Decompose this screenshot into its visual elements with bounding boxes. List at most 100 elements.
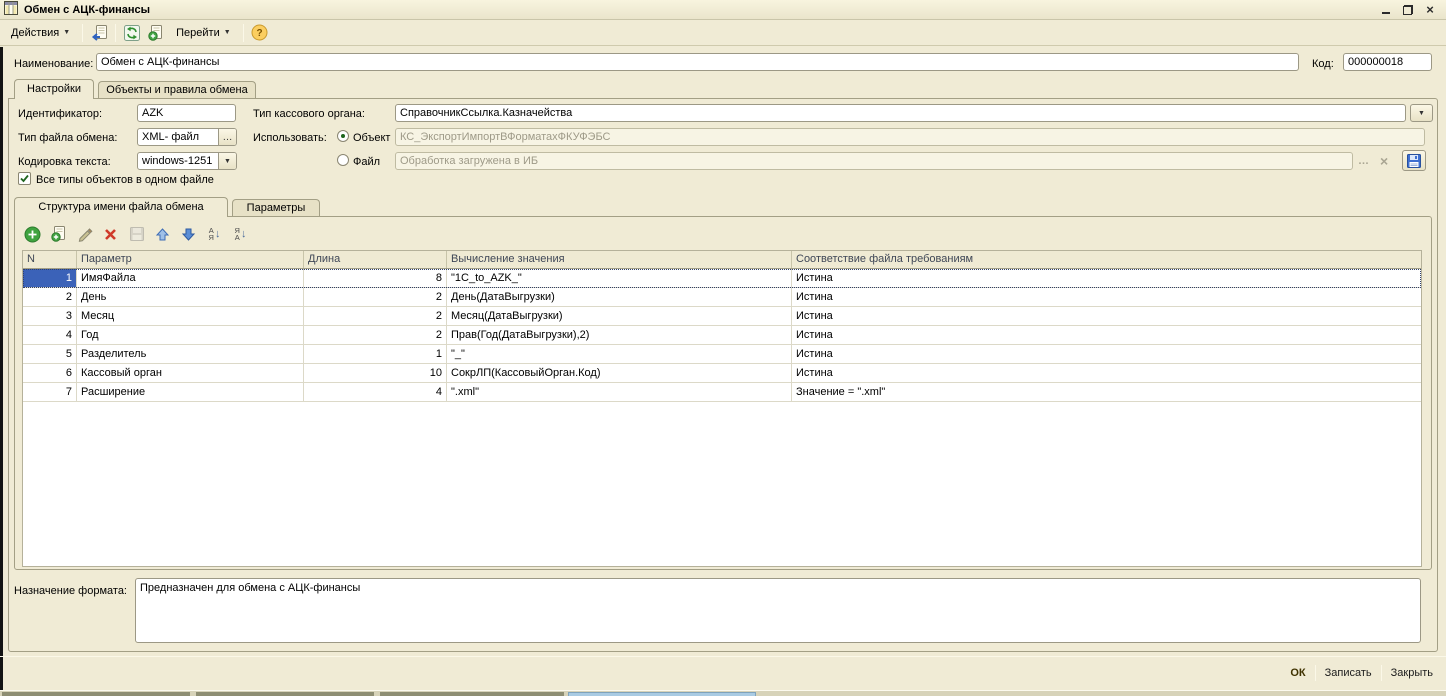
cell-cond: Истина: [792, 345, 1421, 363]
move-up-icon[interactable]: [152, 224, 173, 245]
clear-icon: ×: [1380, 153, 1388, 169]
refresh-icon[interactable]: [121, 22, 143, 44]
write-button[interactable]: Записать: [1316, 663, 1381, 683]
cell-cond: Истина: [792, 326, 1421, 344]
copy-row-icon[interactable]: [48, 224, 69, 245]
sort-letter: Я: [209, 233, 214, 242]
cell-n: 4: [23, 326, 77, 344]
file-type-more-button[interactable]: …: [218, 129, 236, 145]
cell-n: 1: [23, 269, 77, 287]
column-header[interactable]: Соответствие файла требованиям: [792, 251, 1421, 268]
table-row[interactable]: 4 Год 2 Прав(Год(ДатаВыгрузки),2) Истина: [23, 326, 1421, 345]
file-clear-button-disabled: ×: [1380, 153, 1388, 169]
file-more-button-disabled: …: [1358, 155, 1370, 167]
tab-settings[interactable]: Настройки: [14, 79, 94, 99]
name-label: Наименование:: [14, 57, 93, 72]
cell-param: ИмяФайла: [77, 269, 304, 287]
use-object-radio[interactable]: [337, 130, 349, 142]
identifier-input[interactable]: AZK: [137, 104, 236, 122]
window-titlebar: Обмен с АЦК-финансы ×: [0, 0, 1446, 20]
close-button[interactable]: ×: [1422, 3, 1438, 17]
reread-icon[interactable]: [88, 22, 110, 44]
format-purpose-textarea[interactable]: Предназначен для обмена с АЦК-финансы: [135, 578, 1421, 643]
cell-cond: Истина: [792, 269, 1421, 287]
cell-length: 2: [304, 326, 447, 344]
footer-divider: [0, 656, 1446, 657]
taskbar-strip: [0, 690, 1446, 696]
chevron-down-icon: ▼: [224, 158, 231, 165]
actions-label: Действия: [11, 27, 59, 39]
checkmark-icon: [19, 173, 30, 184]
table-row[interactable]: 2 День 2 День(ДатаВыгрузки) Истина: [23, 288, 1421, 307]
delete-row-icon[interactable]: [100, 224, 121, 245]
column-header[interactable]: Вычисление значения: [447, 251, 792, 268]
cash-body-type-input[interactable]: СправочникСсылка.Казначейства: [395, 104, 1406, 122]
column-header[interactable]: N: [23, 251, 77, 268]
filename-structure-table[interactable]: N Параметр Длина Вычисление значения Соо…: [22, 250, 1422, 567]
use-file-radio[interactable]: [337, 154, 349, 166]
help-icon[interactable]: ?: [249, 22, 271, 44]
tab-objects-rules[interactable]: Объекты и правила обмена: [98, 81, 256, 98]
use-file-label: Файл: [353, 155, 380, 170]
sort-letter: А: [235, 233, 240, 242]
code-label: Код:: [1312, 57, 1334, 72]
table-row[interactable]: 7 Расширение 4 ".xml" Значение = ".xml": [23, 383, 1421, 402]
encoding-dropdown-button[interactable]: ▼: [218, 153, 236, 169]
cell-length: 2: [304, 307, 447, 325]
cell-length: 8: [304, 269, 447, 287]
toolbar-separator: [115, 24, 116, 42]
save-file-button[interactable]: [1402, 150, 1426, 171]
taskbar-window-button[interactable]: [380, 692, 564, 696]
table-row[interactable]: 6 Кассовый орган 10 СокрЛП(КассовыйОрган…: [23, 364, 1421, 383]
cell-expr: "1C_to_AZK_": [447, 269, 792, 287]
minimize-button[interactable]: [1378, 3, 1394, 17]
taskbar-window-button-active[interactable]: [568, 692, 756, 696]
cell-param: Разделитель: [77, 345, 304, 363]
sort-desc-icon[interactable]: ЯА ↓: [230, 224, 251, 245]
add-copy-icon[interactable]: [145, 22, 167, 44]
chevron-down-icon: ▼: [1418, 110, 1425, 117]
file-type-input[interactable]: XML- файл …: [137, 128, 237, 146]
cell-expr: СокрЛП(КассовыйОрган.Код): [447, 364, 792, 382]
cell-n: 6: [23, 364, 77, 382]
toolbar-separator: [82, 24, 83, 42]
tab-filename-structure[interactable]: Структура имени файла обмена: [14, 197, 228, 217]
name-input[interactable]: Обмен с АЦК-финансы: [96, 53, 1299, 71]
encoding-value: windows-1251: [138, 153, 218, 169]
goto-menu-button[interactable]: Перейти ▼: [169, 24, 238, 42]
column-header[interactable]: Параметр: [77, 251, 304, 268]
move-down-icon[interactable]: [178, 224, 199, 245]
edit-row-icon[interactable]: [74, 224, 95, 245]
format-purpose-label: Назначение формата:: [14, 584, 127, 599]
use-file-input: Обработка загружена в ИБ: [395, 152, 1353, 170]
taskbar-window-button[interactable]: [2, 692, 190, 696]
table-row[interactable]: 5 Разделитель 1 "_" Истина: [23, 345, 1421, 364]
cash-body-type-label: Тип кассового органа:: [253, 107, 365, 122]
ellipsis-icon: …: [1358, 155, 1370, 167]
cash-body-type-dropdown-button[interactable]: ▼: [1410, 104, 1433, 122]
arrow-down-glyph: ↓: [241, 228, 247, 240]
actions-menu-button[interactable]: Действия ▼: [4, 24, 77, 42]
encoding-label: Кодировка текста:: [18, 155, 111, 170]
identifier-label: Идентификатор:: [18, 107, 102, 122]
sort-asc-icon[interactable]: АЯ ↓: [204, 224, 225, 245]
close-form-button[interactable]: Закрыть: [1382, 663, 1442, 683]
ok-button[interactable]: ОК: [1281, 663, 1314, 683]
table-row[interactable]: 3 Месяц 2 Месяц(ДатаВыгрузки) Истина: [23, 307, 1421, 326]
catalog-item-icon: [4, 1, 18, 18]
cell-param: Месяц: [77, 307, 304, 325]
cell-expr: День(ДатаВыгрузки): [447, 288, 792, 306]
window-title: Обмен с АЦК-финансы: [24, 4, 150, 16]
all-objects-one-file-checkbox[interactable]: [18, 172, 31, 185]
taskbar-window-button[interactable]: [196, 692, 374, 696]
chevron-down-icon: ▼: [224, 29, 231, 36]
add-row-icon[interactable]: [22, 224, 43, 245]
cell-expr: Месяц(ДатаВыгрузки): [447, 307, 792, 325]
code-input[interactable]: 000000018: [1343, 53, 1432, 71]
app-window: Обмен с АЦК-финансы × Действия ▼: [0, 0, 1446, 696]
restore-button[interactable]: [1400, 3, 1416, 17]
table-row[interactable]: 1 ИмяФайла 8 "1C_to_AZK_" Истина: [23, 269, 1421, 288]
tab-parameters[interactable]: Параметры: [232, 199, 320, 216]
column-header[interactable]: Длина: [304, 251, 447, 268]
encoding-select[interactable]: windows-1251 ▼: [137, 152, 237, 170]
